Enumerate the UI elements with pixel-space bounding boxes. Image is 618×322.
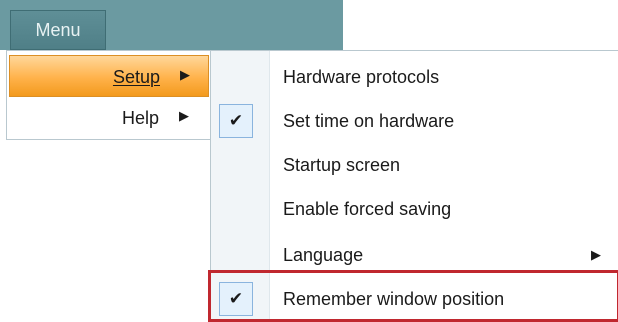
menu-item-setup[interactable]: Setup ▶	[9, 55, 209, 97]
menu-item-label: Enable forced saving	[283, 199, 452, 219]
highlight-box	[208, 270, 618, 322]
menu-item-label: Set time on hardware	[283, 111, 455, 131]
menu-item-label: Startup screen	[283, 155, 401, 175]
submenu-arrow-icon: ▶	[180, 67, 190, 82]
menu-item-label: Help	[121, 108, 159, 128]
menu-button[interactable]: Menu	[10, 10, 106, 50]
menu-item-set-time-on-hardware[interactable]: ✔ Set time on hardware	[211, 99, 617, 143]
menu-item-label: Setup	[112, 67, 160, 87]
checkmark-icon: ✔	[228, 111, 244, 130]
menu-item-startup-screen[interactable]: Startup screen	[211, 143, 617, 187]
main-menu: Setup ▶ Help ▶	[6, 50, 212, 140]
menu-item-label: Language	[283, 245, 364, 265]
menu-item-help[interactable]: Help ▶	[9, 97, 209, 139]
menu-item-hardware-protocols[interactable]: Hardware protocols	[211, 55, 617, 99]
submenu-arrow-icon: ▶	[591, 247, 601, 262]
menu-item-label: Hardware protocols	[283, 67, 440, 87]
check-icon: ✔	[219, 104, 253, 138]
menu-item-enable-forced-saving[interactable]: Enable forced saving	[211, 187, 617, 231]
submenu-arrow-icon: ▶	[179, 108, 189, 123]
